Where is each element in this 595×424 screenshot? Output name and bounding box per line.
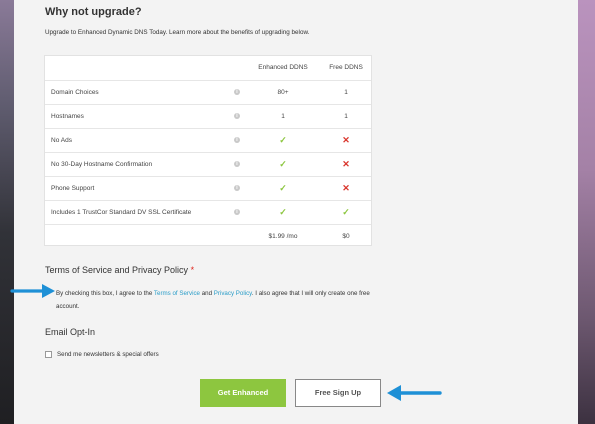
- feature-label: No Ads: [51, 137, 72, 144]
- required-asterisk: *: [190, 265, 195, 275]
- price-free: $0: [342, 233, 350, 240]
- background-left: [0, 0, 14, 424]
- free-value: 1: [344, 113, 348, 120]
- feature-label: Includes 1 TrustCor Standard DV SSL Cert…: [51, 209, 192, 216]
- privacy-policy-link[interactable]: Privacy Policy: [214, 290, 252, 297]
- table-row: Includes 1 TrustCor Standard DV SSL Cert…: [45, 200, 371, 224]
- email-optin-heading: Email Opt-In: [45, 327, 96, 337]
- feature-label: Domain Choices: [51, 89, 99, 96]
- enhanced-value: 80+: [277, 89, 289, 96]
- feature-label: Phone Support: [51, 185, 95, 192]
- table-row: No 30-Day Hostname Confirmation i ✓ ✕: [45, 152, 371, 176]
- cross-icon: ✕: [342, 135, 350, 145]
- check-icon: ✓: [279, 159, 287, 169]
- comparison-table: Enhanced DDNS Free DDNS Domain Choices i…: [44, 55, 372, 246]
- upgrade-subtitle: Upgrade to Enhanced Dynamic DNS Today. L…: [45, 29, 310, 36]
- terms-of-service-link[interactable]: Terms of Service: [154, 290, 200, 297]
- price-row: $1.99 /mo $0: [45, 224, 371, 246]
- cross-icon: ✕: [342, 159, 350, 169]
- get-enhanced-button[interactable]: Get Enhanced: [200, 379, 286, 407]
- check-icon: ✓: [342, 207, 350, 217]
- upgrade-heading: Why not upgrade?: [45, 6, 142, 18]
- free-value: 1: [344, 89, 348, 96]
- check-icon: ✓: [279, 183, 287, 193]
- info-icon[interactable]: i: [233, 129, 241, 152]
- enhanced-value: 1: [281, 113, 285, 120]
- newsletter-checkbox[interactable]: [45, 351, 52, 358]
- info-icon[interactable]: i: [233, 153, 241, 176]
- info-icon[interactable]: i: [233, 201, 241, 224]
- price-enhanced: $1.99 /mo: [268, 233, 298, 240]
- check-icon: ✓: [279, 135, 287, 145]
- info-icon[interactable]: i: [233, 177, 241, 200]
- annotation-arrow-free-signup: [387, 385, 442, 401]
- terms-heading: Terms of Service and Privacy Policy *: [45, 265, 194, 275]
- terms-agreement-text[interactable]: By checking this box, I agree to the Ter…: [56, 287, 376, 313]
- info-icon[interactable]: i: [233, 81, 241, 104]
- newsletter-checkbox-label[interactable]: Send me newsletters & special offers: [57, 351, 159, 358]
- cross-icon: ✕: [342, 183, 350, 193]
- terms-text-before: By checking this box, I agree to the: [56, 290, 154, 297]
- table-row: Phone Support i ✓ ✕: [45, 176, 371, 200]
- table-header-row: Enhanced DDNS Free DDNS: [45, 56, 371, 80]
- free-sign-up-button[interactable]: Free Sign Up: [295, 379, 381, 407]
- table-row: No Ads i ✓ ✕: [45, 128, 371, 152]
- annotation-arrow-terms: [10, 284, 55, 298]
- table-row: Hostnames i 1 1: [45, 104, 371, 128]
- feature-label: Hostnames: [51, 113, 84, 120]
- feature-label: No 30-Day Hostname Confirmation: [51, 161, 153, 168]
- info-icon[interactable]: i: [233, 105, 241, 128]
- terms-text-and: and: [200, 290, 214, 297]
- terms-heading-text: Terms of Service and Privacy Policy: [45, 265, 189, 275]
- header-enhanced: Enhanced DDNS: [258, 64, 308, 71]
- header-free: Free DDNS: [329, 64, 363, 71]
- table-row: Domain Choices i 80+ 1: [45, 80, 371, 104]
- background-right: [578, 0, 595, 424]
- check-icon: ✓: [279, 207, 287, 217]
